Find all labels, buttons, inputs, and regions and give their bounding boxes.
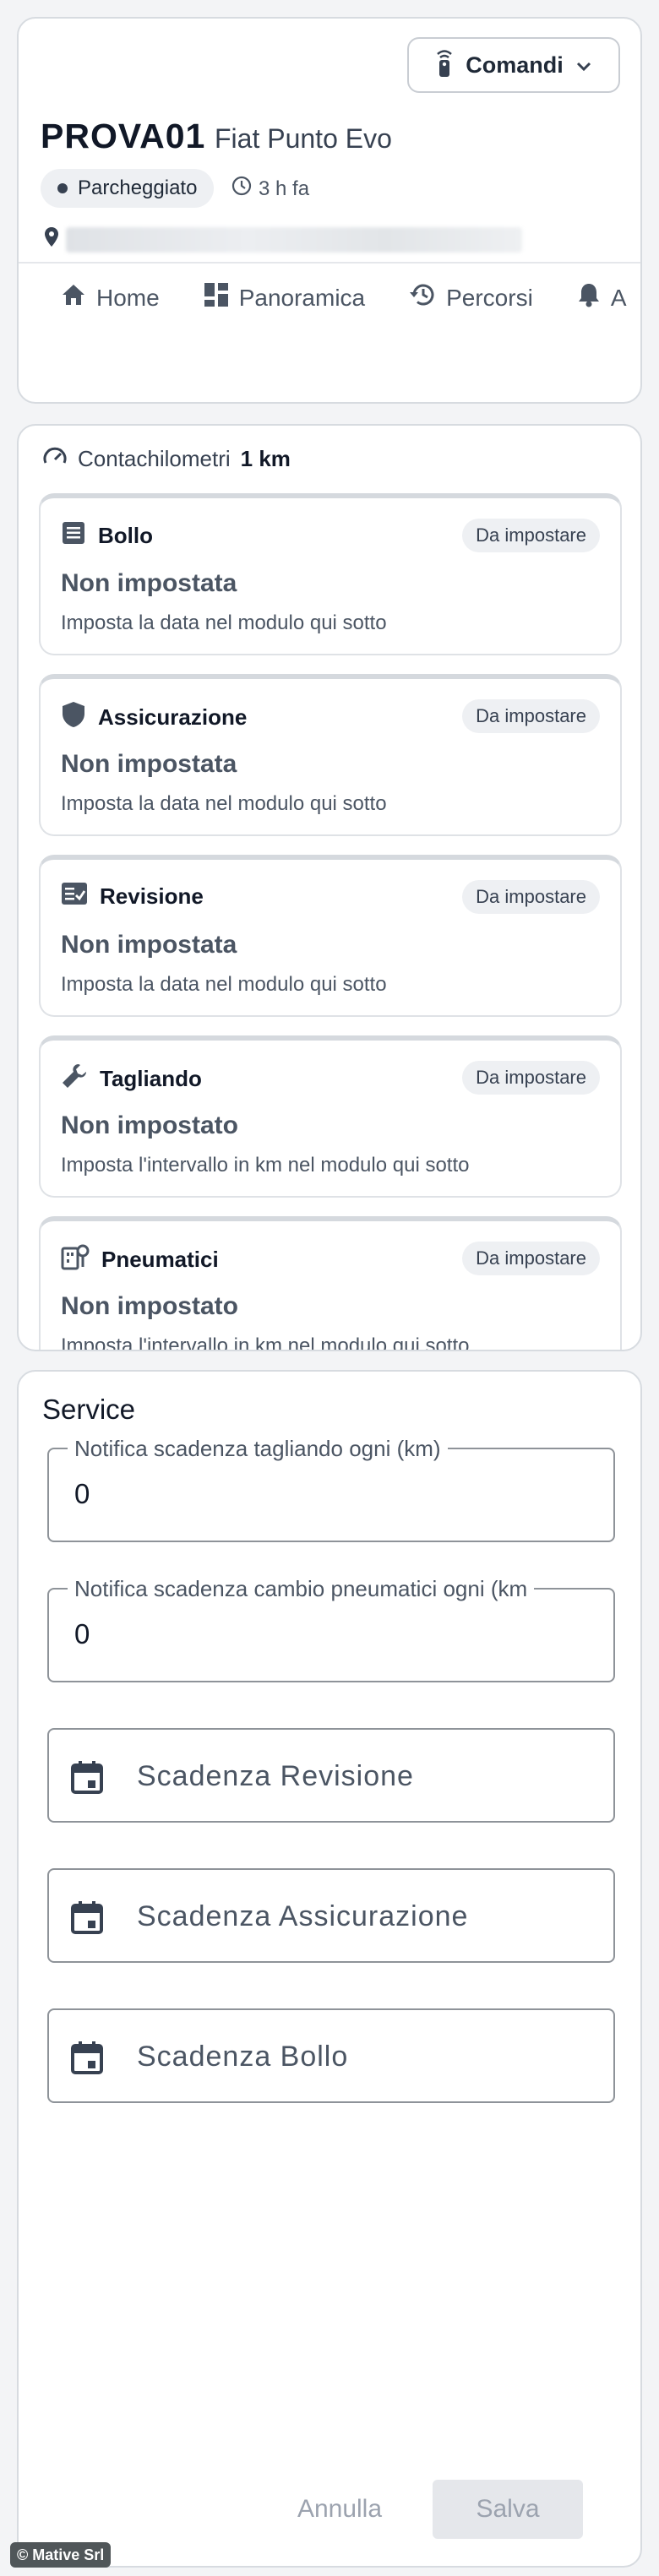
checklist-icon xyxy=(61,882,88,911)
service-interval-field[interactable]: Notifica scadenza tagliando ogni (km) 0 xyxy=(47,1436,615,1542)
commands-label: Comandi xyxy=(466,52,564,78)
last-update-text: 3 h fa xyxy=(259,177,310,200)
commands-button[interactable]: Comandi xyxy=(407,37,620,93)
address-redacted xyxy=(66,226,522,253)
deadline-insurance-label: Assicurazione xyxy=(98,704,248,730)
tire-interval-value: 0 xyxy=(74,1618,90,1649)
document-icon xyxy=(61,520,86,552)
remote-icon xyxy=(435,47,454,84)
odometer: Contachilometri 1 km xyxy=(42,446,291,472)
deadline-revision-title: Revisione xyxy=(61,882,204,911)
shield-icon xyxy=(61,701,86,734)
status-badge: Da impostare xyxy=(462,880,600,914)
revision-date-placeholder: Scadenza Revisione xyxy=(137,1760,414,1792)
tax-date-field[interactable]: Scadenza Bollo xyxy=(47,2008,615,2103)
odometer-value: 1 km xyxy=(240,446,291,471)
deadline-tires-label: Pneumatici xyxy=(101,1247,219,1272)
deadline-tax-label: Bollo xyxy=(98,523,153,548)
tab-alerts[interactable]: A xyxy=(577,282,627,313)
deadline-tax[interactable]: Bollo Da impostare Non impostata Imposta… xyxy=(39,493,622,655)
deadline-insurance-hint: Imposta la data nel modulo qui sotto xyxy=(61,792,387,815)
calendar-icon[interactable] xyxy=(71,2041,103,2079)
status-dot-icon xyxy=(57,183,68,193)
vehicle-address xyxy=(44,226,522,253)
deadline-revision-value: Non impostata xyxy=(61,931,237,959)
speedometer-icon xyxy=(42,446,68,472)
deadline-service-label: Tagliando xyxy=(100,1066,202,1091)
deadlines-card: Contachilometri 1 km Bollo Da impostare … xyxy=(17,424,642,1351)
service-interval-label: Notifica scadenza tagliando ogni (km) xyxy=(68,1436,448,1462)
tab-routes-label: Percorsi xyxy=(446,284,533,311)
cancel-button[interactable]: Annulla xyxy=(264,2480,416,2539)
status-badge: Da impostare xyxy=(462,699,600,733)
tab-home-label: Home xyxy=(96,284,160,311)
service-form-card: Service Notifica scadenza tagliando ogni… xyxy=(17,1370,642,2568)
status-badge: Parcheggiato xyxy=(41,169,215,208)
insurance-date-field[interactable]: Scadenza Assicurazione xyxy=(47,1868,615,1963)
deadline-service-title: Tagliando xyxy=(61,1062,202,1095)
location-pin-icon xyxy=(44,226,59,253)
deadline-insurance-value: Non impostata xyxy=(61,750,237,778)
deadline-insurance[interactable]: Assicurazione Da impostare Non impostata… xyxy=(39,674,622,836)
dashboard-icon xyxy=(204,282,229,313)
tab-alerts-label: A xyxy=(610,284,627,311)
deadline-tax-title: Bollo xyxy=(61,520,153,552)
tab-overview-label: Panoramica xyxy=(238,284,366,311)
tire-service-icon xyxy=(61,1243,90,1276)
deadline-tires-value: Non impostato xyxy=(61,1292,238,1320)
status-badge: Da impostare xyxy=(462,1061,600,1095)
deadline-revision-hint: Imposta la data nel modulo qui sotto xyxy=(61,973,387,996)
vehicle-card: Comandi PROVA01 Fiat Punto Evo Parcheggi… xyxy=(17,17,642,404)
deadline-revision[interactable]: Revisione Da impostare Non impostata Imp… xyxy=(39,855,622,1017)
deadline-tires-title: Pneumatici xyxy=(61,1243,219,1276)
calendar-icon[interactable] xyxy=(71,1760,103,1798)
deadline-tax-value: Non impostata xyxy=(61,569,237,597)
vehicle-tabs: Home Panoramica Percorsi A xyxy=(61,282,627,313)
clock-icon xyxy=(231,176,252,202)
deadline-insurance-title: Assicurazione xyxy=(61,701,247,734)
save-button[interactable]: Salva xyxy=(433,2480,583,2539)
deadline-tires-hint: Imposta l'intervallo in km nel modulo qu… xyxy=(61,1334,470,1351)
odometer-label: Contachilometri xyxy=(78,446,231,471)
deadline-tax-hint: Imposta la data nel modulo qui sotto xyxy=(61,611,387,634)
history-icon xyxy=(409,282,436,313)
deadline-tires[interactable]: Pneumatici Da impostare Non impostato Im… xyxy=(39,1216,622,1351)
tire-interval-label: Notifica scadenza cambio pneumatici ogni… xyxy=(68,1576,535,1602)
tire-interval-field[interactable]: Notifica scadenza cambio pneumatici ogni… xyxy=(47,1576,615,1682)
insurance-date-placeholder: Scadenza Assicurazione xyxy=(137,1900,469,1932)
tabs-divider xyxy=(19,262,640,264)
tab-home[interactable]: Home xyxy=(61,282,160,313)
bell-icon xyxy=(577,282,601,313)
home-icon xyxy=(61,283,86,312)
status-badge: Da impostare xyxy=(462,1242,600,1275)
revision-date-field[interactable]: Scadenza Revisione xyxy=(47,1728,615,1823)
vehicle-plate: PROVA01 xyxy=(41,117,206,155)
deadline-service-hint: Imposta l'intervallo in km nel modulo qu… xyxy=(61,1154,470,1177)
deadline-service[interactable]: Tagliando Da impostare Non impostato Imp… xyxy=(39,1035,622,1198)
tab-overview[interactable]: Panoramica xyxy=(204,282,365,313)
wrench-icon xyxy=(61,1062,88,1095)
deadline-service-value: Non impostato xyxy=(61,1111,238,1139)
service-interval-value: 0 xyxy=(74,1478,90,1509)
service-title: Service xyxy=(42,1394,136,1425)
chevron-down-icon xyxy=(575,52,592,79)
calendar-icon[interactable] xyxy=(71,1900,103,1938)
tab-routes[interactable]: Percorsi xyxy=(409,282,533,313)
copyright-badge: © Mative Srl xyxy=(10,2542,112,2568)
vehicle-model: Fiat Punto Evo xyxy=(215,123,392,154)
status-label: Parcheggiato xyxy=(78,177,198,199)
last-update: 3 h fa xyxy=(231,176,309,202)
deadline-revision-label: Revisione xyxy=(100,883,204,909)
status-badge: Da impostare xyxy=(462,519,600,552)
tax-date-placeholder: Scadenza Bollo xyxy=(137,2041,349,2073)
